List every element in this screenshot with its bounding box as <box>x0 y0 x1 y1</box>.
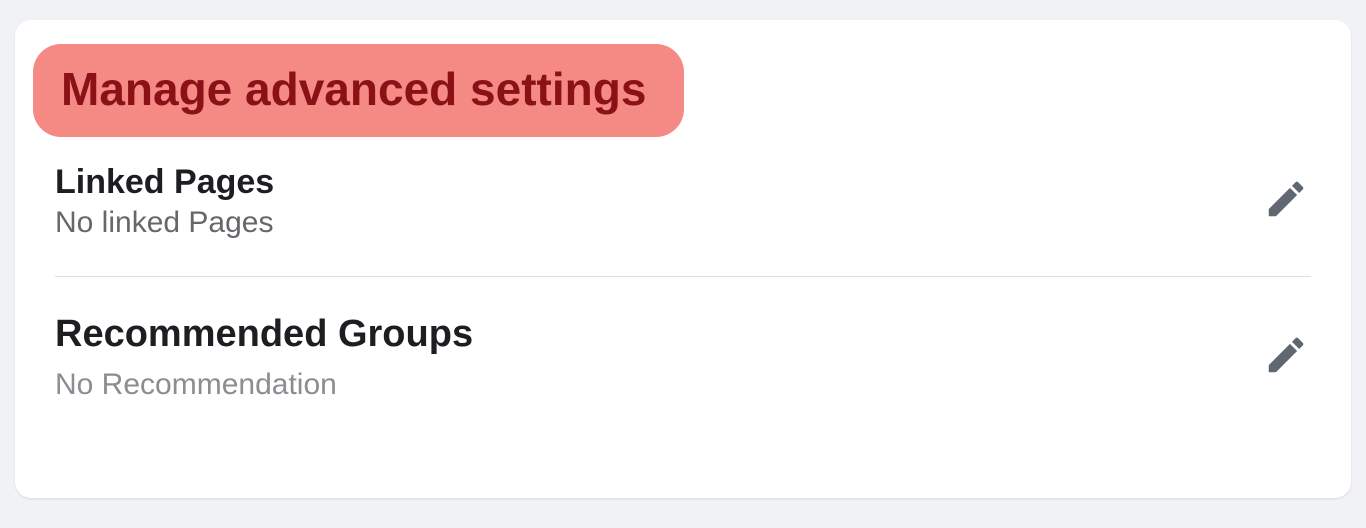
setting-subtitle: No Recommendation <box>55 368 473 402</box>
setting-subtitle: No linked Pages <box>55 206 274 240</box>
setting-row-recommended-groups: Recommended Groups No Recommendation <box>55 307 1311 420</box>
setting-text-block: Linked Pages No linked Pages <box>55 163 274 240</box>
setting-row-linked-pages: Linked Pages No linked Pages <box>55 157 1311 258</box>
pencil-icon <box>1263 176 1309 227</box>
page-title: Manage advanced settings <box>61 64 646 115</box>
pencil-icon <box>1263 332 1309 383</box>
edit-recommended-groups-button[interactable] <box>1261 332 1311 382</box>
edit-linked-pages-button[interactable] <box>1261 176 1311 226</box>
divider <box>55 276 1311 277</box>
setting-title: Linked Pages <box>55 163 274 202</box>
setting-title: Recommended Groups <box>55 313 473 356</box>
setting-text-block: Recommended Groups No Recommendation <box>55 313 473 402</box>
settings-card: Manage advanced settings Linked Pages No… <box>15 20 1351 498</box>
highlighted-header: Manage advanced settings <box>33 44 684 137</box>
